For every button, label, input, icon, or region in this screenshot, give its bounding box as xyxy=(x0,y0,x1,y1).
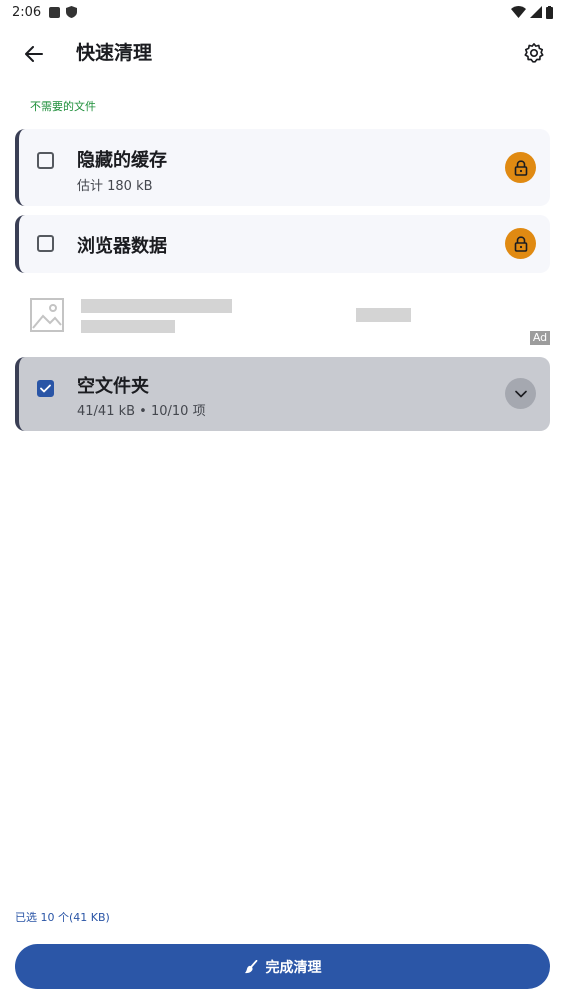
checkbox-empty-folders[interactable] xyxy=(37,380,54,397)
notification-shield-icon xyxy=(66,6,78,18)
item-title: 浏览器数据 xyxy=(77,236,167,257)
lock-icon xyxy=(514,159,527,176)
item-title: 隐藏的缓存 xyxy=(77,150,167,171)
signal-icon xyxy=(530,6,542,18)
item-subtitle: 估计 180 kB xyxy=(77,179,153,194)
check-icon xyxy=(40,384,51,393)
status-time: 2:06 xyxy=(12,4,42,20)
back-button[interactable] xyxy=(20,40,48,68)
ad-badge: Ad xyxy=(530,331,550,345)
arrow-back-icon xyxy=(25,46,43,62)
selection-summary: 已选 10 个(41 KB) xyxy=(15,911,110,924)
battery-icon xyxy=(546,5,553,19)
wifi-icon xyxy=(511,6,526,18)
broom-icon xyxy=(244,959,257,973)
status-bar: 2:06 xyxy=(0,0,565,24)
section-label: 不需要的文件 xyxy=(30,100,96,113)
ad-cta-placeholder xyxy=(356,308,411,322)
status-system-icons xyxy=(511,5,553,19)
lock-badge[interactable] xyxy=(505,152,536,183)
status-notification-icons xyxy=(49,6,78,18)
notification-a-icon xyxy=(49,6,61,18)
gear-icon xyxy=(524,43,544,63)
lock-icon xyxy=(514,235,527,252)
list-item-browser-data[interactable]: 浏览器数据 xyxy=(15,215,550,273)
item-subtitle: 41/41 kB • 10/10 项 xyxy=(77,404,206,419)
expand-button[interactable] xyxy=(505,378,536,409)
chevron-down-icon xyxy=(514,390,527,397)
page-title: 快速清理 xyxy=(76,42,153,64)
finish-cleanup-button[interactable]: 完成清理 xyxy=(15,944,550,989)
list-item-empty-folders[interactable]: 空文件夹 41/41 kB • 10/10 项 xyxy=(15,357,550,431)
list-item-hidden-cache[interactable]: 隐藏的缓存 估计 180 kB xyxy=(15,129,550,206)
lock-badge[interactable] xyxy=(505,228,536,259)
ad-body-placeholder xyxy=(81,320,175,333)
app-bar: 快速清理 xyxy=(0,24,565,82)
ad-image-placeholder-icon xyxy=(30,298,64,332)
item-title: 空文件夹 xyxy=(77,376,149,397)
checkbox-browser-data[interactable] xyxy=(37,235,54,252)
checkbox-hidden-cache[interactable] xyxy=(37,152,54,169)
ad-headline-placeholder xyxy=(81,299,232,313)
settings-button[interactable] xyxy=(519,38,549,68)
finish-cleanup-label: 完成清理 xyxy=(265,959,322,976)
